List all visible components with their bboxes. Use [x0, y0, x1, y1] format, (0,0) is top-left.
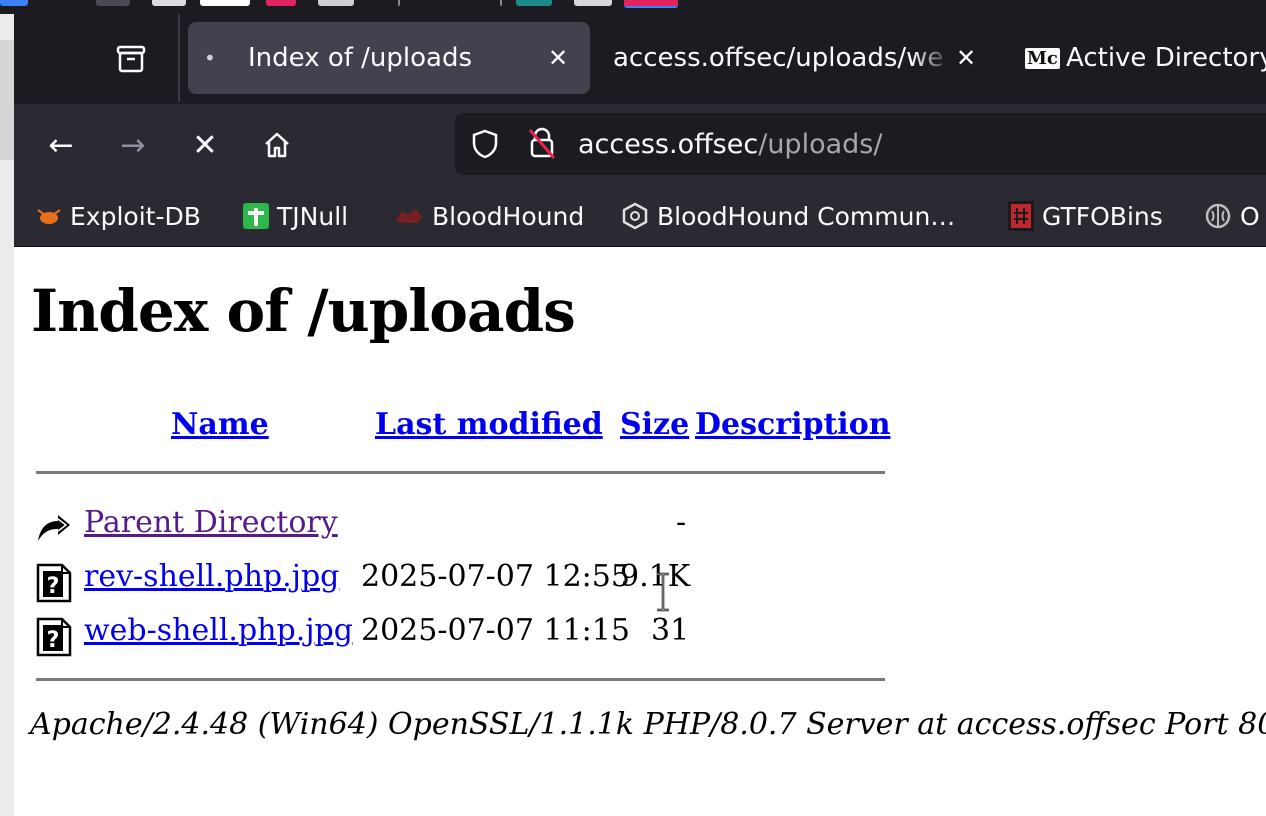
sort-by-size-link[interactable]: Size: [620, 407, 689, 442]
bookmark-bloodhound[interactable]: BloodHound: [394, 186, 584, 246]
unknown-file-icon: ?: [36, 617, 72, 657]
taskbar-separator: [500, 0, 502, 6]
taskbar-app-icon[interactable]: [200, 0, 250, 6]
parent-directory-link[interactable]: Parent Directory: [84, 505, 338, 540]
file-link-web-shell[interactable]: web-shell.php.jpg: [84, 613, 353, 648]
taskbar-app-icon[interactable]: [0, 0, 28, 6]
last-modified: 2025-07-07 11:15: [361, 613, 630, 648]
page-title: Index of /uploads: [31, 277, 576, 345]
file-size: -: [676, 505, 687, 540]
table-row: ? web-shell.php.jpg 2025-07-07 11:15 31: [36, 613, 736, 657]
arrow-right-icon: →: [120, 127, 146, 163]
taskbar-separator: [398, 0, 400, 6]
page-content: Index of /uploads Name Last modified Siz…: [14, 247, 1266, 816]
taskbar-app-icon[interactable]: [318, 0, 354, 6]
taskbar-app-icon-firefox[interactable]: [624, 0, 678, 8]
hash-icon: [1008, 201, 1034, 231]
hound-icon: [396, 209, 422, 223]
url-path: /uploads/: [758, 128, 883, 160]
bookmark-label: O: [1240, 201, 1260, 231]
close-icon: ✕: [192, 127, 218, 163]
bookmark-tjnull[interactable]: TJNull: [243, 186, 348, 246]
tab-bar: • Index of /uploads ✕ access.offsec/uplo…: [14, 14, 1266, 104]
tab-close-icon[interactable]: ✕: [548, 44, 568, 72]
bookmark-label: GTFOBins: [1042, 201, 1163, 231]
sort-by-name-link[interactable]: Name: [171, 407, 269, 442]
taskbar-app-icon[interactable]: [574, 0, 612, 6]
sort-by-modified-link[interactable]: Last modified: [375, 407, 603, 442]
bookmark-bloodhound-community[interactable]: BloodHound Commun…: [621, 186, 955, 246]
hex-icon: [622, 202, 648, 230]
tab-label: Active Directory: [1066, 43, 1266, 73]
bookmark-label: TJNull: [277, 201, 349, 231]
bookmark-label: Exploit-DB: [70, 201, 201, 231]
tab-index-of-uploads[interactable]: • Index of /uploads ✕: [188, 22, 590, 94]
forward-button[interactable]: →: [110, 122, 156, 168]
stop-button[interactable]: ✕: [182, 122, 228, 168]
table-row: ? rev-shell.php.jpg 2025-07-07 12:55 9.1…: [36, 559, 736, 603]
tab-active-directory[interactable]: Mc Active Directory: [1014, 22, 1266, 94]
tab-overview-icon[interactable]: [114, 44, 148, 74]
bug-icon: [37, 209, 61, 224]
bookmark-o[interactable]: O: [1204, 186, 1260, 246]
tab-label: access.offsec/uploads/we: [613, 43, 944, 73]
url-host: access.offsec: [578, 128, 759, 160]
insecure-lock-icon[interactable]: [527, 126, 557, 160]
window-left-edge: [0, 14, 14, 816]
footer-rule: [36, 678, 885, 681]
bookmark-label: BloodHound Commun…: [657, 201, 956, 231]
bookmarks-toolbar: Exploit-DB TJNull BloodHound BloodHound …: [14, 186, 1266, 247]
brain-icon: [1205, 203, 1231, 229]
address-bar[interactable]: access.offsec/uploads/: [455, 113, 1266, 175]
plus-icon: [243, 203, 269, 229]
url-text[interactable]: access.offsec/uploads/: [578, 113, 882, 175]
bookmark-exploit-db[interactable]: Exploit-DB: [36, 186, 201, 246]
header-rule: [36, 471, 885, 474]
medium-favicon-icon: Mc: [1025, 47, 1060, 69]
file-link-rev-shell[interactable]: rev-shell.php.jpg: [84, 559, 339, 594]
tab-web-shell[interactable]: access.offsec/uploads/we ✕: [600, 22, 986, 94]
taskbar-app-icon[interactable]: [516, 0, 552, 6]
bookmark-label: BloodHound: [432, 201, 585, 231]
back-button[interactable]: ←: [38, 122, 84, 168]
tab-close-icon[interactable]: ✕: [956, 44, 976, 72]
os-taskbar: [0, 0, 1266, 14]
unknown-file-icon: ?: [36, 563, 72, 603]
navigation-toolbar: ← → ✕ access.offsec/uploads/: [14, 104, 1266, 186]
back-icon: [38, 515, 70, 541]
sort-by-description-link[interactable]: Description: [695, 407, 891, 442]
tab-divider: [178, 14, 180, 102]
file-size: 31: [651, 613, 690, 648]
svg-text:?: ?: [47, 574, 60, 599]
server-signature: Apache/2.4.48 (Win64) OpenSSL/1.1.1k PHP…: [30, 707, 1266, 742]
bookmark-gtfobins[interactable]: GTFOBins: [1008, 186, 1163, 246]
taskbar-app-icon[interactable]: [152, 0, 186, 6]
taskbar-app-icon[interactable]: [96, 0, 130, 6]
shield-icon[interactable]: [471, 129, 499, 159]
taskbar-app-icon[interactable]: [266, 0, 296, 6]
text-cursor-icon: [657, 572, 669, 612]
home-button[interactable]: [254, 122, 300, 168]
svg-text:?: ?: [47, 628, 60, 653]
last-modified: 2025-07-07 12:55: [361, 559, 630, 594]
tab-loading-dot: •: [204, 46, 216, 70]
tab-label: Index of /uploads: [248, 43, 473, 73]
table-row: Parent Directory -: [36, 505, 736, 549]
home-icon: [265, 132, 289, 158]
arrow-left-icon: ←: [48, 127, 74, 163]
